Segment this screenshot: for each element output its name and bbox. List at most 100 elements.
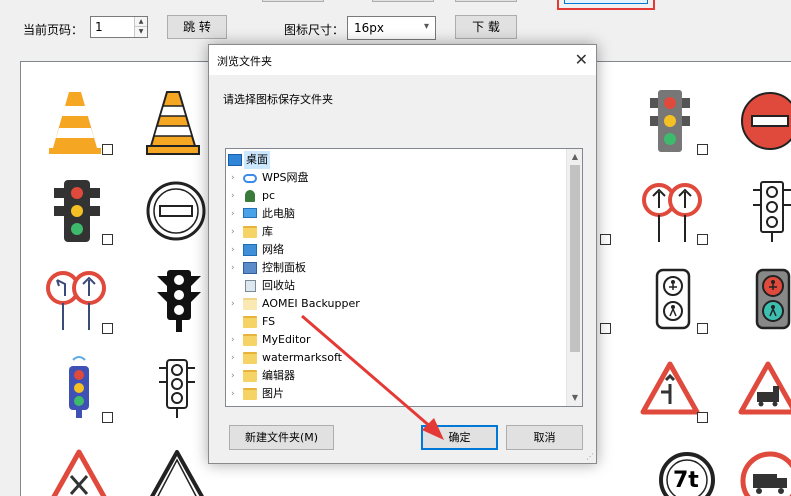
chevron-right-icon[interactable]: › bbox=[231, 223, 235, 241]
traffic-cone-icon[interactable] bbox=[143, 88, 203, 158]
no-entry-sign-icon[interactable] bbox=[739, 90, 791, 152]
tree-item-label: MyEditor bbox=[262, 333, 311, 346]
ok-button[interactable]: 确定 bbox=[421, 425, 498, 450]
control-panel-icon bbox=[243, 262, 257, 274]
warning-sign-icon[interactable] bbox=[145, 448, 209, 496]
pedestrian-signal-icon[interactable] bbox=[651, 266, 695, 332]
tree-item-pc[interactable]: › pc bbox=[226, 187, 566, 205]
scroll-down-icon[interactable]: ▼ bbox=[567, 390, 582, 406]
tree-item-desktop[interactable]: 桌面 bbox=[226, 151, 566, 169]
warning-sign-icon[interactable] bbox=[737, 360, 791, 418]
icon-checkbox[interactable] bbox=[697, 412, 708, 423]
cancel-button[interactable]: 取消 bbox=[506, 425, 583, 450]
traffic-light-icon[interactable] bbox=[157, 356, 197, 422]
pedestrian-signal-icon[interactable] bbox=[751, 266, 791, 332]
warning-sign-icon[interactable] bbox=[639, 360, 701, 418]
traffic-light-icon[interactable] bbox=[645, 86, 695, 156]
page-number-input[interactable]: 1 ▲ ▼ bbox=[90, 16, 148, 38]
tree-item-folder[interactable]: › AOMEI Backupper bbox=[226, 295, 566, 313]
chevron-right-icon[interactable]: › bbox=[231, 169, 235, 187]
folder-icon bbox=[243, 388, 257, 400]
spinner-up-icon[interactable]: ▲ bbox=[135, 17, 147, 27]
tree-item-label: 图片 bbox=[262, 387, 284, 400]
chevron-down-icon: ▾ bbox=[423, 21, 429, 32]
icon-size-value: 16px bbox=[354, 21, 384, 35]
tree-scrollbar[interactable]: ▲ ▼ bbox=[566, 149, 582, 406]
icon-checkbox[interactable] bbox=[102, 412, 113, 423]
tree-item-folder[interactable]: › MyEditor bbox=[226, 331, 566, 349]
tree-item-this-pc[interactable]: › 此电脑 bbox=[226, 205, 566, 223]
chevron-right-icon[interactable]: › bbox=[231, 295, 235, 313]
icon-checkbox[interactable] bbox=[102, 234, 113, 245]
no-entry-sign-icon[interactable] bbox=[145, 180, 207, 242]
tree-item-network[interactable]: › 网络 bbox=[226, 241, 566, 259]
truck-sign-icon[interactable] bbox=[739, 448, 791, 496]
spinner-down-icon[interactable]: ▼ bbox=[135, 27, 147, 37]
traffic-light-icon[interactable] bbox=[49, 176, 105, 246]
chevron-right-icon[interactable]: › bbox=[231, 349, 235, 367]
folder-icon bbox=[243, 352, 257, 364]
turn-signs-icon[interactable] bbox=[641, 178, 703, 244]
browse-folder-dialog: 浏览文件夹 ✕ 请选择图标保存文件夹 桌面 › WPS网盘 › pc › 此电脑… bbox=[208, 44, 597, 464]
tree-item-label: 控制面板 bbox=[262, 261, 306, 274]
cloud-icon bbox=[243, 174, 257, 183]
tree-item-label: pc bbox=[262, 189, 276, 202]
weight-limit-text: 7t bbox=[673, 468, 699, 493]
icon-checkbox[interactable] bbox=[102, 144, 113, 155]
chevron-right-icon[interactable]: › bbox=[231, 241, 235, 259]
tree-item-folder[interactable]: FS bbox=[226, 313, 566, 331]
tree-item-label: FS bbox=[262, 315, 276, 328]
user-icon bbox=[245, 190, 255, 202]
chevron-right-icon[interactable]: › bbox=[231, 187, 235, 205]
traffic-light-icon[interactable] bbox=[151, 268, 207, 334]
tree-item-label: AOMEI Backupper bbox=[262, 297, 360, 310]
page-spinner[interactable]: ▲ ▼ bbox=[134, 17, 147, 37]
chevron-right-icon[interactable]: › bbox=[231, 385, 235, 403]
tree-item-control-panel[interactable]: › 控制面板 bbox=[226, 259, 566, 277]
icon-size-select[interactable]: 16px ▾ bbox=[347, 16, 436, 40]
folder-tree[interactable]: 桌面 › WPS网盘 › pc › 此电脑 › 库 › 网络 › 控制面板 回收… bbox=[225, 148, 583, 407]
tree-item-label: 库 bbox=[262, 225, 273, 238]
page-number-value: 1 bbox=[95, 20, 103, 34]
icon-checkbox[interactable] bbox=[600, 234, 611, 245]
tree-item-recycle-bin[interactable]: 回收站 bbox=[226, 277, 566, 295]
turn-signs-icon[interactable] bbox=[45, 266, 107, 332]
icon-size-label: 图标尺寸： bbox=[284, 23, 345, 37]
tree-item-wps[interactable]: › WPS网盘 bbox=[226, 169, 566, 187]
dialog-prompt: 请选择图标保存文件夹 bbox=[223, 93, 333, 106]
icon-checkbox[interactable] bbox=[697, 323, 708, 334]
icon-checkbox[interactable] bbox=[102, 323, 113, 334]
traffic-cone-icon[interactable] bbox=[45, 88, 105, 158]
icon-checkbox[interactable] bbox=[600, 323, 611, 334]
close-icon[interactable]: ✕ bbox=[575, 50, 588, 69]
highlighted-toolbar-button[interactable] bbox=[557, 0, 655, 10]
chevron-right-icon[interactable]: › bbox=[231, 205, 235, 223]
traffic-light-icon[interactable] bbox=[59, 354, 99, 420]
chevron-right-icon[interactable]: › bbox=[231, 259, 235, 277]
scroll-thumb[interactable] bbox=[570, 165, 580, 352]
tree-item-label: 网络 bbox=[262, 243, 284, 256]
tree-item-library[interactable]: › 库 bbox=[226, 223, 566, 241]
speed-limit-sign-icon[interactable]: 7t bbox=[657, 448, 717, 496]
toolbar-button-partial-2[interactable] bbox=[372, 0, 434, 2]
tree-item-folder[interactable]: › watermarksoft bbox=[226, 349, 566, 367]
icon-checkbox[interactable] bbox=[697, 234, 708, 245]
recycle-bin-icon bbox=[245, 280, 256, 292]
tree-item-folder[interactable]: › 编辑器 bbox=[226, 367, 566, 385]
resize-grip-icon[interactable]: ⋰ bbox=[586, 452, 594, 461]
download-button[interactable]: 下 载 bbox=[455, 15, 517, 39]
toolbar-button-partial-1[interactable] bbox=[262, 0, 324, 2]
scroll-up-icon[interactable]: ▲ bbox=[567, 149, 582, 165]
tree-item-folder[interactable]: › 图片 bbox=[226, 385, 566, 403]
chevron-right-icon[interactable]: › bbox=[231, 367, 235, 385]
icon-checkbox[interactable] bbox=[697, 144, 708, 155]
chevron-right-icon[interactable]: › bbox=[231, 331, 235, 349]
warning-sign-icon[interactable] bbox=[47, 448, 111, 496]
page-label: 当前页码： bbox=[23, 23, 84, 37]
dialog-title-bar: 浏览文件夹 ✕ bbox=[209, 45, 596, 75]
highlighted-toolbar-button-face[interactable] bbox=[564, 0, 648, 4]
traffic-light-icon[interactable] bbox=[747, 178, 791, 244]
jump-button[interactable]: 跳 转 bbox=[167, 15, 227, 39]
toolbar-button-partial-3[interactable] bbox=[455, 0, 517, 2]
new-folder-button[interactable]: 新建文件夹(M) bbox=[229, 425, 334, 450]
